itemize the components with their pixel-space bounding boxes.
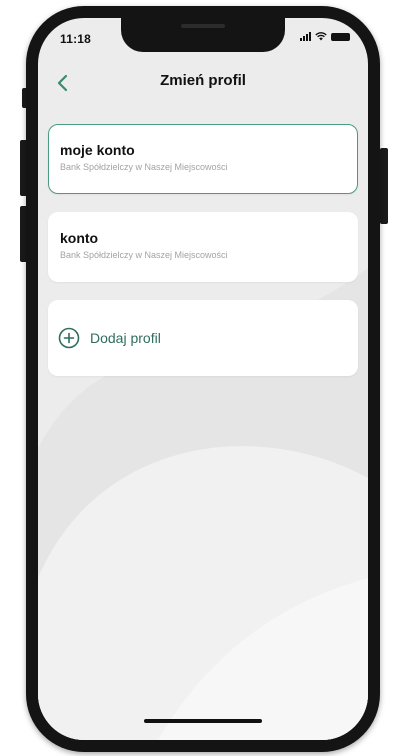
profile-name: konto (60, 230, 99, 246)
status-icons (300, 32, 350, 41)
battery-icon (331, 32, 350, 41)
home-indicator[interactable] (144, 719, 262, 723)
profile-list: moje konto Bank Spółdzielczy w Naszej Mi… (48, 124, 358, 394)
power-button (380, 148, 388, 224)
profile-bank: Bank Spółdzielczy w Naszej Miejscowości (60, 162, 228, 172)
phone-frame: 11:18 Zmień profil moje konto Bank Spółd… (26, 6, 380, 752)
signal-icon (300, 32, 311, 41)
status-time: 11:18 (60, 32, 92, 46)
chevron-left-icon (57, 74, 68, 92)
add-profile-button[interactable]: Dodaj profil (48, 300, 358, 376)
profile-name: moje konto (60, 142, 135, 158)
profile-card-moje-konto[interactable]: moje konto Bank Spółdzielczy w Naszej Mi… (48, 124, 358, 194)
profile-bank: Bank Spółdzielczy w Naszej Miejscowości (60, 250, 228, 260)
navigation-bar: Zmień profil (38, 62, 368, 102)
back-button[interactable] (48, 68, 78, 98)
speaker-grille (181, 24, 225, 28)
notch (121, 18, 285, 52)
add-profile-label: Dodaj profil (90, 330, 161, 346)
wifi-icon (315, 32, 327, 41)
profile-card-konto[interactable]: konto Bank Spółdzielczy w Naszej Miejsco… (48, 212, 358, 282)
phone-screen: 11:18 Zmień profil moje konto Bank Spółd… (38, 18, 368, 740)
plus-circle-icon (58, 327, 80, 349)
page-title: Zmień profil (160, 72, 246, 89)
device-mockup: 11:18 Zmień profil moje konto Bank Spółd… (0, 0, 398, 756)
